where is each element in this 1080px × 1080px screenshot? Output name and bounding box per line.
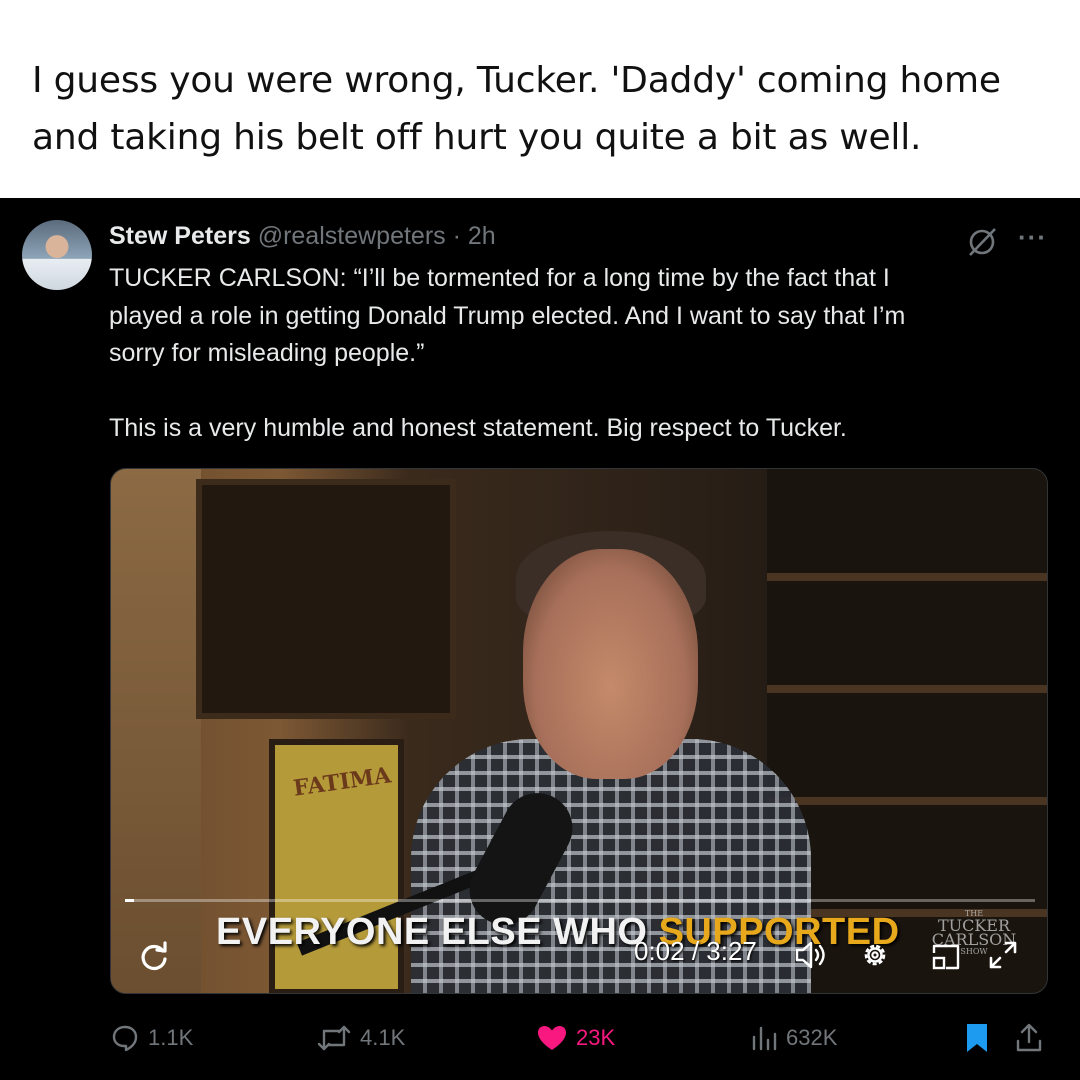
tweet-actions: 1.1K 4.1K 23K 632K	[0, 1018, 1080, 1058]
caption-line-1: I guess you were wrong, Tucker. 'Daddy' …	[32, 60, 1001, 101]
views-count: 632K	[786, 1025, 838, 1050]
fullscreen-icon[interactable]	[987, 939, 1019, 971]
views-action[interactable]: 632K	[750, 1018, 837, 1058]
post-time[interactable]: 2h	[468, 222, 496, 250]
like-action[interactable]: 23K	[536, 1018, 615, 1058]
share-action[interactable]	[1014, 1018, 1044, 1058]
replay-icon[interactable]	[137, 939, 171, 973]
video-background	[111, 469, 201, 993]
video-progress-fill	[125, 899, 135, 902]
like-count: 23K	[576, 1025, 616, 1050]
author-handle[interactable]: @realstewpeters	[258, 222, 446, 250]
bookmark-action[interactable]	[962, 1018, 992, 1058]
reply-action[interactable]: 1.1K	[110, 1018, 193, 1058]
video-wall-frame	[196, 479, 456, 719]
repost-count: 4.1K	[360, 1025, 406, 1050]
video-person-head	[523, 549, 698, 779]
tweet-text: TUCKER CARLSON: “I’ll be tormented for a…	[109, 264, 906, 442]
more-icon[interactable]: ···	[1018, 222, 1047, 253]
tweet-card: Stew Peters @realstewpeters · 2h ··· TUC…	[0, 198, 1080, 1080]
grok-icon[interactable]	[966, 226, 998, 258]
pip-icon[interactable]	[931, 943, 961, 971]
views-icon	[752, 1026, 777, 1051]
tweet-header: Stew Peters @realstewpeters · 2h	[109, 222, 496, 251]
meme-caption: I guess you were wrong, Tucker. 'Daddy' …	[32, 52, 1062, 166]
subtitle-plain: EVERYONE ELSE WHO	[216, 911, 659, 953]
reply-icon	[112, 1025, 138, 1052]
volume-icon[interactable]	[794, 939, 828, 971]
avatar[interactable]	[22, 220, 92, 290]
author-name[interactable]: Stew Peters	[109, 222, 251, 250]
share-icon	[1016, 1023, 1042, 1052]
repost-icon	[317, 1025, 351, 1051]
caption-line-2: and taking his belt off hurt you quite a…	[32, 117, 922, 158]
repost-action[interactable]: 4.1K	[316, 1018, 405, 1058]
heart-icon	[538, 1026, 566, 1050]
bookmark-icon	[967, 1024, 987, 1052]
meta-separator: ·	[445, 222, 468, 250]
reply-count: 1.1K	[148, 1025, 194, 1050]
gear-icon[interactable]	[859, 939, 891, 971]
video-player[interactable]: FATIMA EVERYONE ELSE WHO SUPPORTED THE T…	[110, 468, 1048, 994]
video-progress-bar[interactable]	[125, 899, 1035, 902]
video-time: 0:02 / 3:27	[634, 936, 757, 966]
